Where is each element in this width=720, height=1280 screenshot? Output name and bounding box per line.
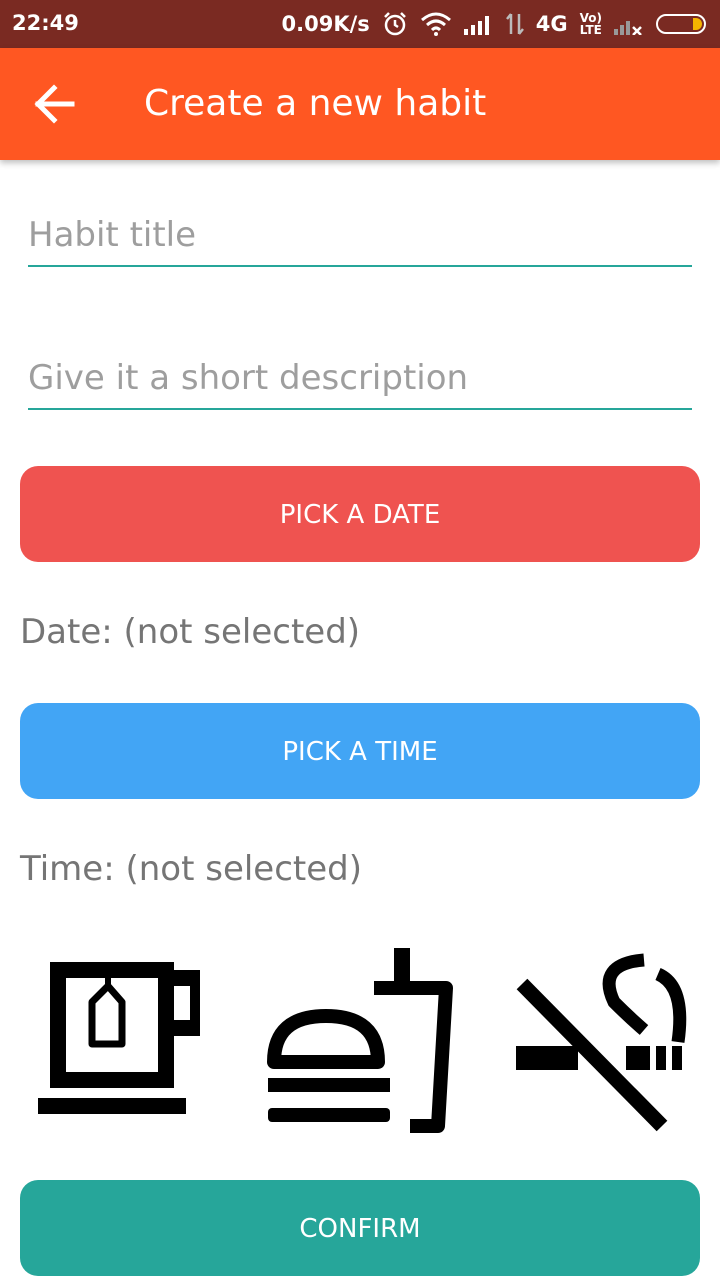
network-type: 4G [535,12,568,36]
time-status-label: Time: (not selected) [20,849,363,889]
app-bar: Create a new habit [0,48,720,160]
alarm-icon [383,12,406,36]
pick-time-button[interactable]: PICK A TIME [20,703,700,799]
data-transfer-icon [505,13,524,35]
back-arrow-icon[interactable] [30,82,78,126]
status-bar: 22:49 0.09K/s 4G Vo) LTE [0,0,720,48]
pick-date-button[interactable]: PICK A DATE [20,466,700,562]
battery-icon [656,14,706,34]
volte-line-2: LTE [579,23,602,37]
volte-indicator: Vo) LTE [580,12,602,36]
page-title: Create a new habit [144,83,487,124]
network-speed: 0.09K/s [281,12,370,36]
wifi-icon [420,12,451,36]
signal-icon [463,16,489,35]
signal-no-service-icon [614,21,642,35]
status-time: 22:49 [12,11,79,35]
date-status-label: Date: (not selected) [20,612,361,652]
habit-description-input[interactable] [28,348,692,410]
confirm-button[interactable]: CONFIRM [20,1180,700,1276]
fast-food-icon[interactable] [262,940,462,1140]
status-icons: 0.09K/s 4G Vo) LTE [282,8,706,40]
habit-title-input[interactable] [28,205,692,267]
no-smoking-icon[interactable] [510,940,690,1140]
tea-cup-icon[interactable] [30,940,200,1140]
